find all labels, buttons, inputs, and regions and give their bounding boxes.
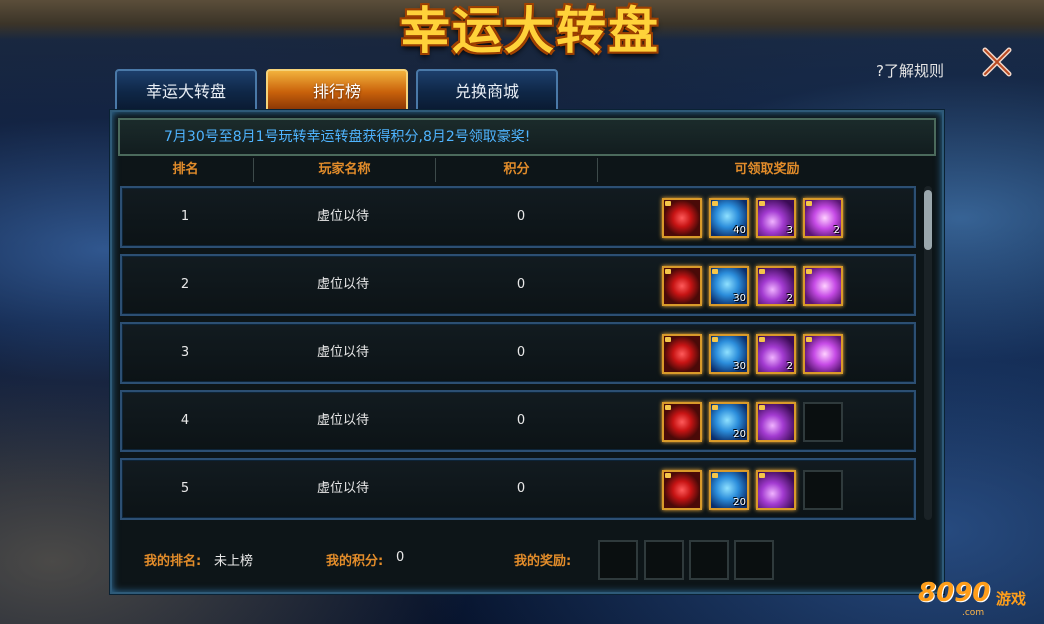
lock-icon [759,473,765,478]
lock-icon [712,473,718,478]
item-count: 30 [733,361,746,372]
score-cell: 0 [516,277,526,292]
lock-icon [806,337,812,342]
item-count: 30 [733,293,746,304]
table-row: 5 虚位以待 0 20 [120,458,916,520]
logo-brand: 8090 [918,578,991,608]
my-score-label: 我的积分: [326,554,384,569]
my-status-bar: 我的排名: 未上榜 我的积分: 0 我的奖励: [118,528,936,586]
my-reward-slot[interactable] [598,540,638,580]
event-notice: 7月30号至8月1号玩转幸运转盘获得积分,8月2号领取豪奖! [118,118,936,156]
purple-crystal-icon[interactable] [803,334,843,374]
lock-icon [665,473,671,478]
header-rewards: 可领取奖励 [734,162,800,177]
purple-crystal-icon[interactable]: 2 [803,198,843,238]
blue-dragon-icon[interactable]: 40 [709,198,749,238]
score-cell: 0 [516,413,526,428]
blue-dragon-icon[interactable]: 20 [709,470,749,510]
rank-cell: 2 [180,277,190,292]
logo-suffix: .com [962,608,985,618]
red-gem-icon[interactable] [662,470,702,510]
lock-icon [759,201,765,206]
player-name-cell: 虚位以待 [316,481,369,496]
my-reward-slot[interactable] [689,540,729,580]
lock-icon [665,269,671,274]
tab-leaderboard[interactable]: 排行榜 [266,69,408,111]
blue-dragon-icon[interactable]: 30 [709,334,749,374]
lock-icon [759,337,765,342]
close-icon[interactable] [979,44,1015,80]
tab-lucky-wheel[interactable]: 幸运大转盘 [115,69,257,111]
rank-cell: 3 [180,345,190,360]
lock-icon [712,337,718,342]
blue-dragon-icon[interactable]: 30 [709,266,749,306]
player-name-cell: 虚位以待 [316,345,369,360]
site-logo: 8090 游戏 .com [918,570,1038,620]
table-header: 排名 玩家名称 积分 可领取奖励 [118,158,936,182]
lock-icon [712,269,718,274]
item-count: 2 [833,225,840,236]
purple-orb-icon[interactable]: 2 [756,266,796,306]
red-gem-icon[interactable] [662,266,702,306]
red-gem-icon[interactable] [662,334,702,374]
lock-icon [665,337,671,342]
page-title: 幸运大转盘 [400,2,660,60]
table-row: 2 虚位以待 0 30 2 [120,254,916,316]
score-cell: 0 [516,345,526,360]
table-row: 1 虚位以待 0 40 3 2 [120,186,916,248]
blue-dragon-icon[interactable]: 20 [709,402,749,442]
purple-orb-icon[interactable] [756,402,796,442]
item-count: 20 [733,497,746,508]
purple-orb-icon[interactable]: 2 [756,334,796,374]
header-player-name: 玩家名称 [254,158,436,182]
header-score: 积分 [436,158,598,182]
rank-cell: 4 [180,413,190,428]
my-reward-slot[interactable] [644,540,684,580]
purple-orb-icon[interactable] [756,470,796,510]
lock-icon [759,405,765,410]
my-score-value: 0 [396,550,405,565]
empty-slot[interactable] [803,402,843,442]
rules-help-link[interactable]: ?了解规则 [876,60,944,81]
score-cell: 0 [516,209,526,224]
tab-exchange-shop[interactable]: 兑换商城 [416,69,558,111]
my-rank-value: 未上榜 [214,554,254,569]
my-reward-label: 我的奖励: [514,554,572,569]
rank-cell: 5 [180,481,190,496]
logo-cn-text: 游戏 [996,590,1027,608]
lock-icon [806,269,812,274]
table-row: 4 虚位以待 0 20 [120,390,916,452]
player-name-cell: 虚位以待 [316,209,369,224]
item-count: 40 [733,225,746,236]
header-rank: 排名 [118,158,254,182]
item-count: 20 [733,429,746,440]
lock-icon [712,201,718,206]
lock-icon [712,405,718,410]
lock-icon [665,201,671,206]
lock-icon [806,201,812,206]
scrollbar-thumb[interactable] [924,190,932,250]
item-count: 2 [786,293,793,304]
rank-cell: 1 [180,209,190,224]
empty-slot[interactable] [803,470,843,510]
my-reward-slot[interactable] [734,540,774,580]
table-row: 3 虚位以待 0 30 2 [120,322,916,384]
red-gem-icon[interactable] [662,402,702,442]
my-rank-label: 我的排名: [144,554,202,569]
red-gem-icon[interactable] [662,198,702,238]
player-name-cell: 虚位以待 [316,413,369,428]
item-count: 3 [786,225,793,236]
player-name-cell: 虚位以待 [316,277,369,292]
lock-icon [759,269,765,274]
purple-crystal-icon[interactable] [803,266,843,306]
purple-orb-icon[interactable]: 3 [756,198,796,238]
score-cell: 0 [516,481,526,496]
lock-icon [665,405,671,410]
item-count: 2 [786,361,793,372]
